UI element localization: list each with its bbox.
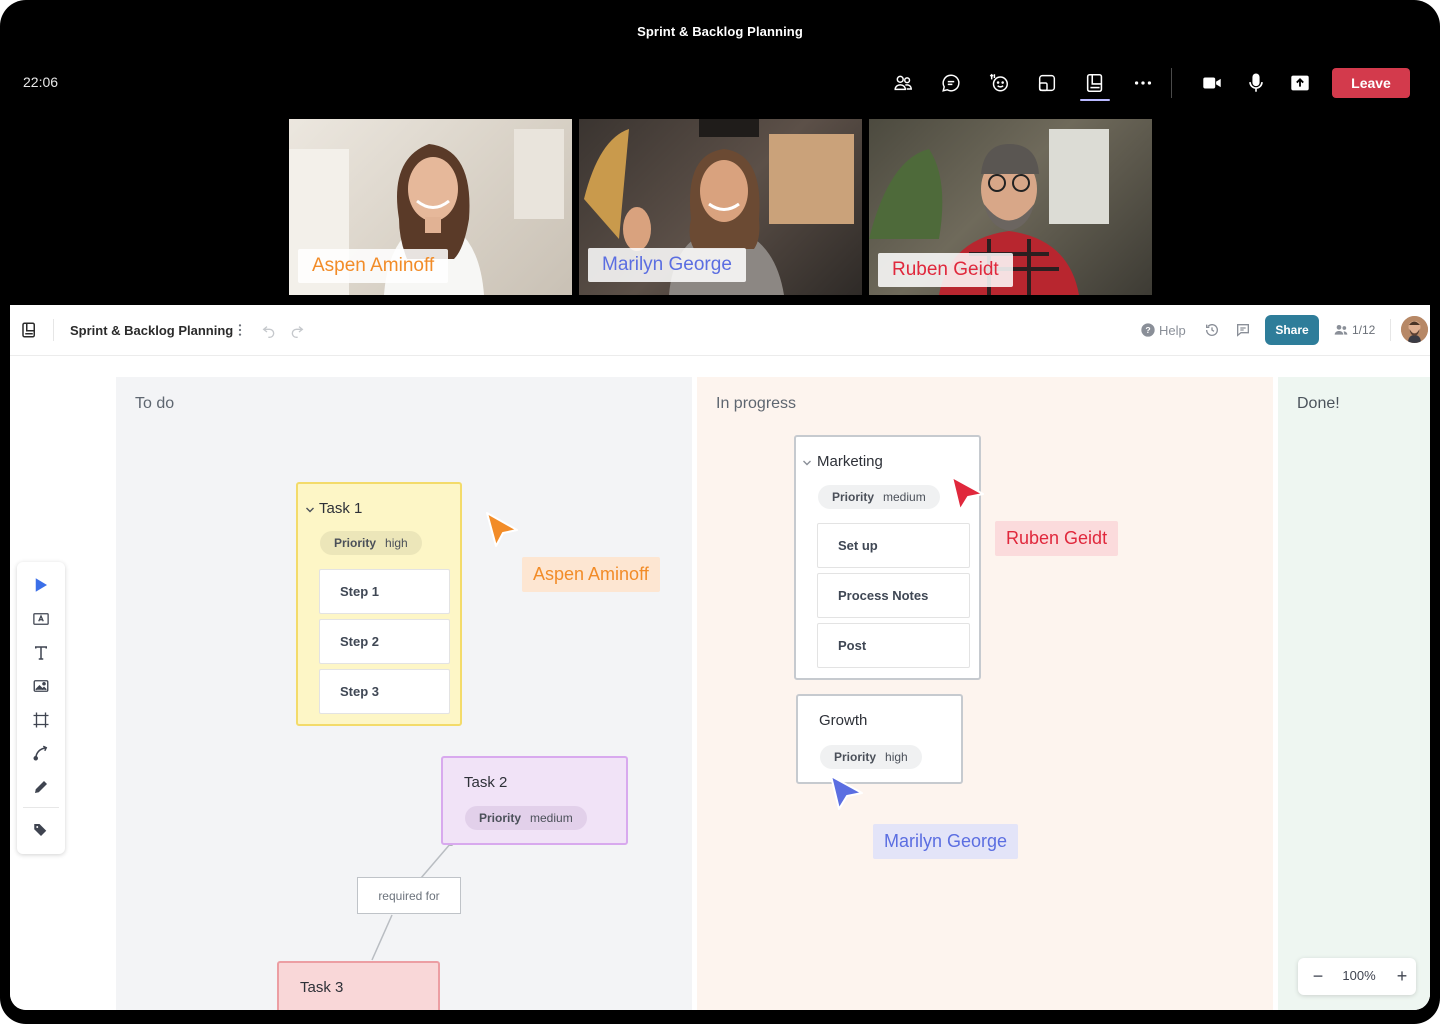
device-frame: Sprint & Backlog Planning 22:06 Leave As… [0,0,1440,1024]
help-label[interactable]: Help [1159,323,1186,338]
card-title: Task 1 [319,500,363,517]
step-item[interactable]: Set up [817,523,970,568]
whiteboard-app: Sprint & Backlog Planning ? Help Share 1… [10,305,1430,1010]
cursor-arrow-icon [486,512,518,547]
card-task-2[interactable]: Task 2 Priority medium [441,756,628,845]
svg-text:?: ? [1145,325,1150,335]
participant-name: Ruben Geidt [878,253,1013,287]
card-title: Task 3 [300,979,344,996]
collaborators-count: 1/12 [1352,323,1376,337]
card-title: Task 2 [464,774,508,791]
participant-name: Aspen Aminoff [298,249,449,283]
relation-label[interactable]: required for [357,877,461,914]
more-icon[interactable] [1130,70,1156,96]
chevron-down-icon[interactable] [802,458,812,468]
share-screen-icon[interactable] [1287,70,1313,96]
cursor-label-ruben: Ruben Geidt [995,521,1119,556]
relation-connector [371,840,454,961]
cursor-arrow-icon [830,775,863,810]
whiteboard-canvas[interactable]: To do In progress Done! Task 1 Priority [10,356,1430,1010]
rooms-icon[interactable] [1034,70,1060,96]
participant-name: Marilyn George [588,248,746,282]
priority-pill: Priority medium [818,485,940,509]
card-title: Growth [819,712,868,729]
collaborators-icon[interactable] [1332,321,1350,339]
meeting-clock: 22:06 [23,74,59,90]
connector-icon[interactable] [30,742,52,764]
priority-pill: Priority high [820,745,922,769]
zoom-in-button[interactable]: + [1392,966,1412,986]
camera-icon[interactable] [1199,70,1225,96]
chevron-down-icon[interactable] [305,505,315,515]
topbar-divider [1390,319,1391,341]
avatar[interactable] [1401,316,1428,343]
cursor-label-marilyn: Marilyn George [873,824,1019,859]
undo-icon[interactable] [260,321,278,339]
step-item[interactable]: Post [817,623,970,668]
tag-icon[interactable] [30,819,52,841]
microphone-icon[interactable] [1243,70,1269,96]
meeting-title: Sprint & Backlog Planning [637,24,803,39]
frame-icon[interactable] [30,709,52,731]
toolbar-divider [23,807,59,808]
priority-pill: Priority high [320,531,422,555]
zoom-level: 100% [1342,968,1376,983]
chat-icon[interactable] [938,70,964,96]
priority-pill: Priority medium [465,806,587,830]
leave-button[interactable]: Leave [1332,68,1410,98]
image-icon[interactable] [30,675,52,697]
text-box-icon[interactable] [30,608,52,630]
history-icon[interactable] [1203,321,1221,339]
card-task-3[interactable]: Task 3 [277,961,440,1010]
share-button[interactable]: Share [1265,315,1319,345]
pen-icon[interactable] [30,776,52,798]
cursor-arrow-icon [951,476,984,511]
reactions-icon[interactable] [986,70,1012,96]
card-title: Marketing [817,453,883,470]
toolbar-divider [1171,68,1172,98]
whiteboard-logo-icon[interactable] [20,321,38,339]
redo-icon[interactable] [288,321,306,339]
video-tile-marilyn[interactable]: Marilyn George [579,119,862,295]
video-tile-ruben[interactable]: Ruben Geidt [869,119,1152,295]
whiteboard-topbar: Sprint & Backlog Planning ? Help Share 1… [10,305,1430,356]
topbar-divider [53,319,54,341]
zoom-control: − 100% + [1298,958,1416,995]
card-marketing[interactable]: Marketing Priority medium Set up Process… [794,435,981,680]
comment-icon[interactable] [1234,321,1252,339]
step-item[interactable]: Process Notes [817,573,970,618]
card-task-1[interactable]: Task 1 Priority high Step 1 Step 2 Step … [296,482,462,726]
video-tile-aspen[interactable]: Aspen Aminoff [289,119,572,295]
step-item[interactable]: Step 1 [319,569,450,614]
board-name[interactable]: Sprint & Backlog Planning [70,323,233,338]
step-item[interactable]: Step 2 [319,619,450,664]
board-menu-icon[interactable] [231,321,249,339]
step-item[interactable]: Step 3 [319,669,450,714]
people-icon[interactable] [890,70,916,96]
card-growth[interactable]: Growth Priority high [796,694,963,784]
whiteboard-icon[interactable] [1082,70,1108,96]
zoom-out-button[interactable]: − [1308,966,1328,986]
cursor-label-aspen: Aspen Aminoff [522,557,660,592]
help-icon[interactable]: ? [1139,321,1157,339]
tools-toolbar [17,562,65,854]
text-icon[interactable] [30,642,52,664]
select-arrow-icon[interactable] [30,574,52,596]
active-tab-indicator [1080,99,1110,101]
